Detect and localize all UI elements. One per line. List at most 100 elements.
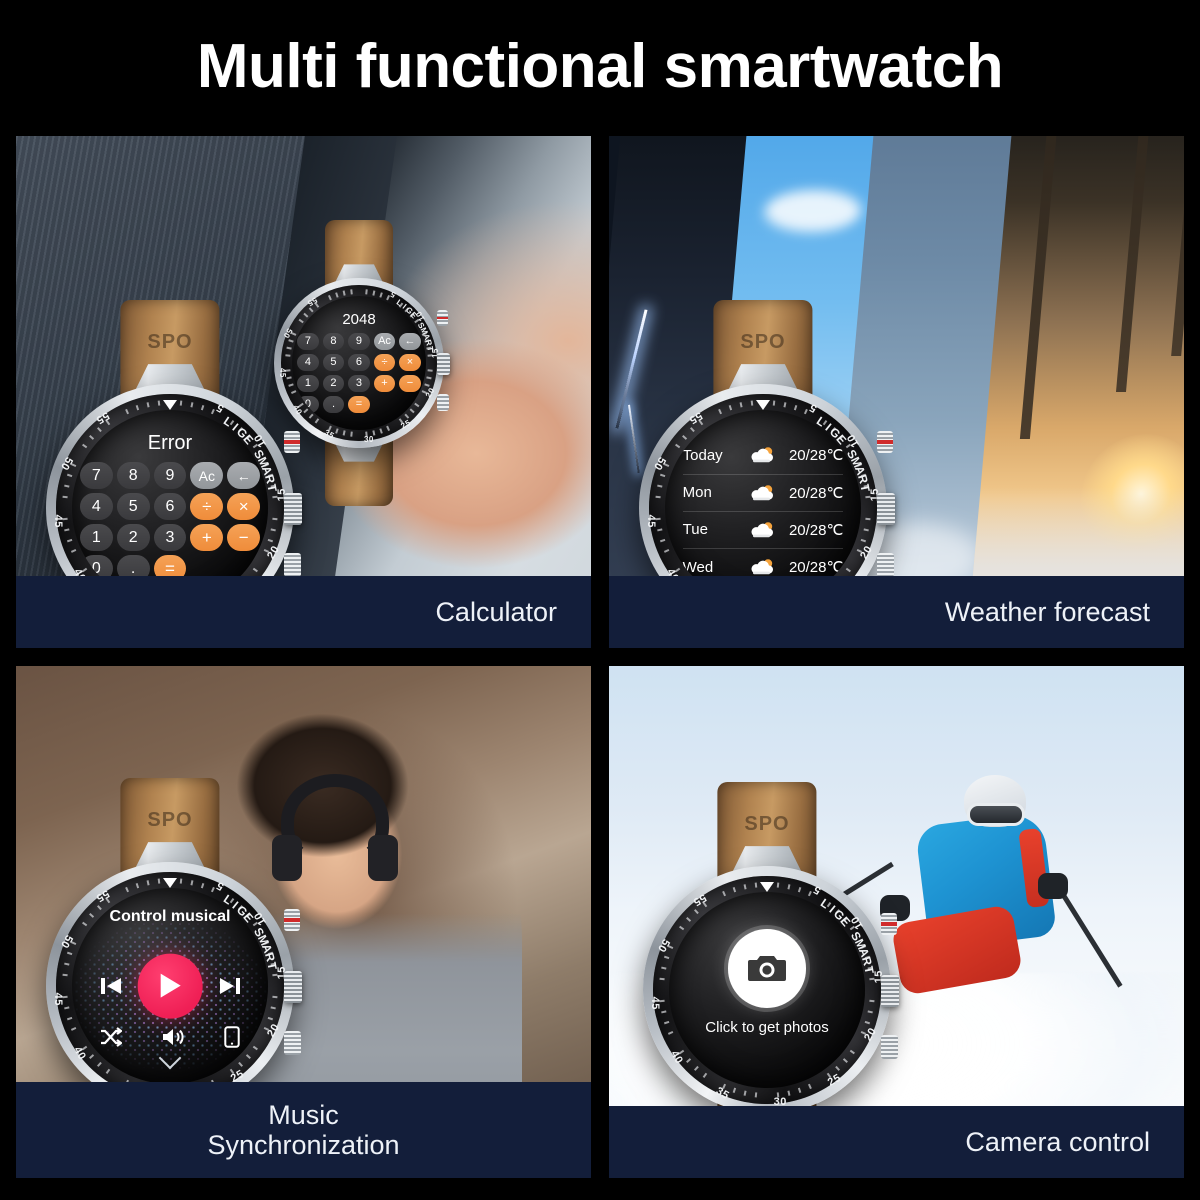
calculator-display: Error — [147, 431, 193, 454]
watch-crown[interactable] — [283, 971, 303, 1004]
calc-key-Ac[interactable]: Ac — [190, 462, 224, 490]
weather-row: Mon 20/28℃ — [682, 475, 844, 512]
calc-key-3[interactable]: 3 — [348, 374, 370, 392]
panel-weather: SPO 510152025303540455055LIGESMART Today — [609, 136, 1184, 648]
play-icon — [161, 974, 181, 998]
caption-text-line1: Music — [268, 1099, 339, 1130]
calc-key-5[interactable]: 5 — [116, 493, 150, 521]
primary-watch-camera: SPO 5 10 15 20 25 30 35 40 45 50 55 L I G E S M A R T — [643, 781, 900, 1178]
watch-screen[interactable]: Control musical — [72, 888, 268, 1084]
watch-side-button-bottom[interactable] — [436, 393, 449, 411]
weather-day: Today — [682, 446, 723, 464]
calc-key-6[interactable]: 6 — [348, 353, 370, 371]
watch-crown[interactable] — [876, 493, 896, 526]
calc-key-2[interactable]: 2 — [322, 374, 345, 392]
strap-logo-text: SPO — [744, 812, 790, 835]
camera-icon — [748, 956, 786, 982]
caption-text: Calculator — [435, 596, 557, 627]
watch-crown[interactable] — [437, 352, 450, 375]
calc-key-8[interactable]: 8 — [322, 332, 345, 350]
weather-row: Today 20/28℃ — [682, 437, 844, 475]
watch-side-button-top[interactable] — [437, 310, 449, 326]
secondary-watch-2048: 5 10 15 20 25 30 35 40 45 50 55 L I G E S M A R T 2048 789A… — [274, 220, 450, 506]
calc-key-1[interactable]: 1 — [297, 374, 319, 392]
calc-key-÷[interactable]: ÷ — [373, 353, 396, 371]
watch-side-button-bottom[interactable] — [283, 1030, 301, 1056]
calc-key-6[interactable]: 6 — [153, 493, 187, 521]
calc-key-+[interactable]: + — [373, 374, 396, 392]
calc-key-9[interactable]: 9 — [153, 462, 187, 490]
music-title: Control musical — [109, 907, 231, 925]
skier-figure — [781, 768, 1150, 1085]
calc-key-.[interactable]: . — [322, 395, 345, 413]
volume-icon[interactable] — [161, 1027, 185, 1052]
panel-calculator: 5 10 15 20 25 30 35 40 45 50 55 L I G E S M A R T 2048 789A… — [16, 136, 591, 648]
calc-key-7[interactable]: 7 — [79, 462, 113, 490]
watch-side-button-top[interactable] — [283, 909, 301, 932]
calc-key-Ac[interactable]: Ac — [373, 332, 396, 350]
calc-key-−[interactable]: − — [399, 374, 421, 392]
calculator-keypad[interactable]: 7 8 9 Ac ← 4 5 6 ÷ × 1 2 3 + −0. = — [79, 462, 261, 583]
weather-day: Mon — [682, 484, 712, 502]
calc-key-9[interactable]: 9 — [348, 332, 370, 350]
calc-key-5[interactable]: 5 — [322, 353, 345, 371]
weather-day: Wed — [682, 558, 714, 576]
calculator-app: 20 48 7 8 9 Ac ← 4 5 6 ÷ × 1 2 3 + − 0. = — [292, 296, 426, 430]
calc-key-4[interactable]: 4 — [79, 493, 113, 521]
lightning-icon — [627, 404, 639, 474]
calc-key-8[interactable]: 8 — [116, 462, 150, 490]
calc-key-0[interactable]: 0 — [297, 395, 319, 413]
watch-crown[interactable] — [283, 493, 303, 526]
partly-cloudy-icon — [744, 484, 783, 502]
weather-temperature: 20/28℃ — [788, 559, 844, 577]
play-button[interactable] — [137, 953, 203, 1019]
watch-side-button-bottom[interactable] — [876, 552, 894, 578]
calc-key-←[interactable]: ← — [399, 332, 421, 350]
camera-shutter-button[interactable] — [727, 929, 807, 1008]
calc-key-2[interactable]: 2 — [116, 524, 150, 552]
calc-key-1[interactable]: 1 — [79, 524, 113, 552]
bezel-top-marker-icon — [163, 878, 177, 889]
calc-key-+[interactable]: + — [190, 524, 224, 552]
calc-key-7[interactable]: 7 — [297, 332, 319, 350]
calc-key-3[interactable]: 3 — [153, 524, 187, 552]
weather-row: Tue 20/28℃ — [682, 512, 844, 549]
previous-track-icon[interactable] — [98, 974, 124, 998]
calc-key-4[interactable]: 4 — [297, 353, 319, 371]
page-header: Multi functional smartwatch — [0, 0, 1200, 132]
bezel-top-marker-icon — [163, 400, 177, 411]
calc-key-←[interactable]: ← — [227, 462, 261, 490]
panel-camera: SPO 5 10 15 20 25 30 35 40 45 50 55 L I G E S M A R T — [609, 666, 1184, 1178]
calc-key-×[interactable]: × — [399, 353, 421, 371]
caption-weather: Weather forecast — [609, 576, 1184, 648]
watch-side-button-bottom[interactable] — [880, 1034, 898, 1060]
feature-grid: 5 10 15 20 25 30 35 40 45 50 55 L I G E S M A R T 2048 789A… — [16, 136, 1184, 1186]
watch-side-button-top[interactable] — [283, 431, 301, 454]
watch-crown[interactable] — [880, 975, 900, 1008]
calc-key-=[interactable]: = — [348, 395, 370, 413]
caption-text: Weather forecast — [944, 596, 1150, 627]
watch-side-button-top[interactable] — [880, 913, 898, 936]
partly-cloudy-icon — [744, 446, 783, 464]
page-title: Multi functional smartwatch — [196, 31, 1004, 101]
watch-side-button-bottom[interactable] — [283, 552, 301, 578]
caption-text: Camera control — [965, 1126, 1150, 1157]
calc-key-spacer — [374, 396, 396, 413]
calc-key-−[interactable]: − — [227, 524, 261, 552]
phone-icon[interactable] — [224, 1025, 240, 1053]
watch-side-button-top[interactable] — [876, 431, 894, 454]
next-track-icon[interactable] — [217, 974, 243, 998]
calc-key-×[interactable]: × — [227, 493, 261, 521]
camera-app: Click to get photos — [669, 892, 865, 1088]
calc-key-÷[interactable]: ÷ — [190, 493, 224, 521]
shuffle-icon[interactable] — [100, 1026, 123, 1052]
weather-temperature: 20/28℃ — [788, 447, 844, 465]
caption-camera: Camera control — [609, 1106, 1184, 1178]
watch-screen[interactable]: Click to get photos — [669, 892, 865, 1088]
panel-music: SPO 510152025303540455055LIGESMART Contr… — [16, 666, 591, 1178]
watch-screen[interactable]: 20 48 7 8 9 Ac ← 4 5 6 ÷ × 1 2 3 + − 0. = — [291, 295, 427, 431]
weather-temperature: 20/28℃ — [788, 484, 844, 502]
calculator-keypad[interactable]: 7 8 9 Ac ← 4 5 6 ÷ × 1 2 3 + − 0. = — [297, 332, 421, 413]
primary-watch-music: SPO 510152025303540455055LIGESMART Contr… — [46, 777, 303, 1178]
partly-cloudy-icon — [744, 521, 783, 539]
